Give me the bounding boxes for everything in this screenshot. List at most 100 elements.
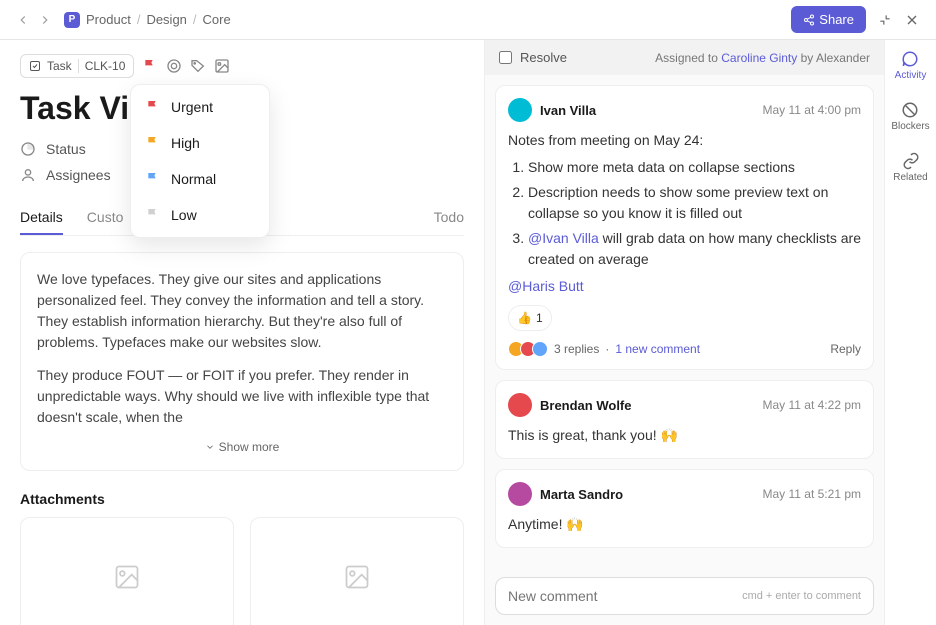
nav-forward-icon[interactable] xyxy=(38,13,52,27)
mention[interactable]: @Ivan Villa xyxy=(528,230,599,246)
comment-foot-left: 3 replies · 1 new comment xyxy=(508,341,700,357)
comment-time: May 11 at 5:21 pm xyxy=(763,487,862,501)
main: Task CLK-10 Urgent High Normal xyxy=(0,40,936,625)
assigned-to-text: Assigned to xyxy=(655,51,718,65)
comment-head: Marta Sandro May 11 at 5:21 pm xyxy=(508,482,861,506)
description-paragraph: We love typefaces. They give our sites a… xyxy=(37,269,447,353)
reaction-count: 1 xyxy=(536,309,543,327)
comment-body: Notes from meeting on May 24: Show more … xyxy=(508,130,861,331)
list-item: @Ivan Villa will grab data on how many c… xyxy=(528,228,861,270)
nav-arrows xyxy=(16,13,52,27)
share-label: Share xyxy=(819,12,854,27)
image-icon[interactable] xyxy=(214,58,230,74)
reaction-chip[interactable]: 👍 1 xyxy=(508,305,552,331)
attachments-title: Attachments xyxy=(20,491,464,507)
side-rail-related[interactable]: Related xyxy=(893,152,927,183)
comment-name[interactable]: Ivan Villa xyxy=(540,103,596,118)
comment-author: Brendan Wolfe xyxy=(508,393,632,417)
comment-time: May 11 at 4:00 pm xyxy=(763,103,862,117)
toolbar: Task CLK-10 Urgent High Normal xyxy=(20,54,464,78)
task-chip[interactable]: Task CLK-10 xyxy=(20,54,134,78)
right-panel: Resolve Assigned to Caroline Ginty by Al… xyxy=(484,40,884,625)
collapse-icon[interactable] xyxy=(878,13,892,27)
breadcrumb-item[interactable]: Product xyxy=(86,12,131,27)
priority-label: Low xyxy=(171,207,197,223)
list-item: Description needs to show some preview t… xyxy=(528,182,861,224)
attachment-card[interactable] xyxy=(20,517,234,625)
share-button[interactable]: Share xyxy=(791,6,866,33)
side-rail-label: Related xyxy=(893,172,927,183)
attachment-card[interactable] xyxy=(250,517,464,625)
by-text: by Alexander xyxy=(801,51,870,65)
breadcrumb-badge: P xyxy=(64,12,80,28)
resolve-label: Resolve xyxy=(520,50,567,65)
attachments-grid xyxy=(20,517,464,625)
priority-label: High xyxy=(171,135,200,151)
task-chip-label: Task xyxy=(47,59,72,73)
new-comment-input[interactable] xyxy=(508,588,742,604)
reaction-emoji: 👍 xyxy=(517,309,532,327)
comment-author: Marta Sandro xyxy=(508,482,623,506)
show-more-label: Show more xyxy=(219,440,280,454)
comment-head: Brendan Wolfe May 11 at 4:22 pm xyxy=(508,393,861,417)
comment-head: Ivan Villa May 11 at 4:00 pm xyxy=(508,98,861,122)
mention[interactable]: @Haris Butt xyxy=(508,278,584,294)
new-comment-badge[interactable]: 1 new comment xyxy=(615,342,700,356)
tab-custom[interactable]: Custo xyxy=(87,201,124,235)
assignee-name[interactable]: Caroline Ginty xyxy=(721,51,797,65)
priority-option-normal[interactable]: Normal xyxy=(131,161,269,197)
new-comment-hint: cmd + enter to comment xyxy=(742,590,861,602)
tab-details[interactable]: Details xyxy=(20,201,63,235)
side-rail-activity[interactable]: Activity xyxy=(895,50,927,81)
flag-icon[interactable] xyxy=(142,58,158,74)
comment-name[interactable]: Brendan Wolfe xyxy=(540,398,632,413)
comment-time: May 11 at 4:22 pm xyxy=(763,398,862,412)
comment-body: This is great, thank you! 🙌 xyxy=(508,425,861,446)
comment-list: Show more meta data on collapse sections… xyxy=(508,157,861,270)
comment-body: Anytime! 🙌 xyxy=(508,514,861,535)
mini-avatar xyxy=(532,341,548,357)
tag-icon[interactable] xyxy=(190,58,206,74)
comment-card: Marta Sandro May 11 at 5:21 pm Anytime! … xyxy=(495,469,874,548)
show-more-button[interactable]: Show more xyxy=(37,440,447,454)
resolve-bar: Resolve Assigned to Caroline Ginty by Al… xyxy=(485,40,884,75)
comment-foot: 3 replies · 1 new comment Reply xyxy=(508,341,861,357)
avatar xyxy=(508,482,532,506)
description-paragraph: They produce FOUT — or FOIT if you prefe… xyxy=(37,365,447,428)
breadcrumb-sep: / xyxy=(193,12,197,27)
comment-intro: Notes from meeting on May 24: xyxy=(508,130,861,151)
tab-todo[interactable]: Todo xyxy=(434,201,464,235)
sprint-icon[interactable] xyxy=(166,58,182,74)
resolve-checkbox[interactable] xyxy=(499,51,512,64)
list-item: Show more meta data on collapse sections xyxy=(528,157,861,178)
close-icon[interactable] xyxy=(904,12,920,28)
priority-option-high[interactable]: High xyxy=(131,125,269,161)
side-rail-label: Blockers xyxy=(891,121,929,132)
replies-count[interactable]: 3 replies xyxy=(554,342,599,356)
breadcrumb-item[interactable]: Design xyxy=(146,12,186,27)
avatar xyxy=(508,98,532,122)
task-chip-id: CLK-10 xyxy=(85,59,126,73)
priority-option-low[interactable]: Low xyxy=(131,197,269,233)
side-rail-blockers[interactable]: Blockers xyxy=(891,101,929,132)
topbar-left: P Product / Design / Core xyxy=(16,12,231,28)
chip-divider xyxy=(78,59,79,73)
comment-card: Brendan Wolfe May 11 at 4:22 pm This is … xyxy=(495,380,874,459)
new-comment-box[interactable]: cmd + enter to comment xyxy=(495,577,874,615)
status-label: Status xyxy=(46,141,86,157)
priority-option-urgent[interactable]: Urgent xyxy=(131,89,269,125)
status-icon xyxy=(20,141,36,157)
comment-name[interactable]: Marta Sandro xyxy=(540,487,623,502)
left-panel: Task CLK-10 Urgent High Normal xyxy=(0,40,484,625)
topbar: P Product / Design / Core Share xyxy=(0,0,936,40)
priority-dropdown: Urgent High Normal Low xyxy=(130,84,270,238)
avatar-stack xyxy=(508,341,548,357)
reply-button[interactable]: Reply xyxy=(830,342,861,356)
breadcrumb-sep: / xyxy=(137,12,141,27)
avatar xyxy=(508,393,532,417)
breadcrumb-item[interactable]: Core xyxy=(203,12,231,27)
nav-back-icon[interactable] xyxy=(16,13,30,27)
priority-label: Normal xyxy=(171,171,216,187)
user-icon xyxy=(20,167,36,183)
side-rail: Activity Blockers Related xyxy=(884,40,936,625)
